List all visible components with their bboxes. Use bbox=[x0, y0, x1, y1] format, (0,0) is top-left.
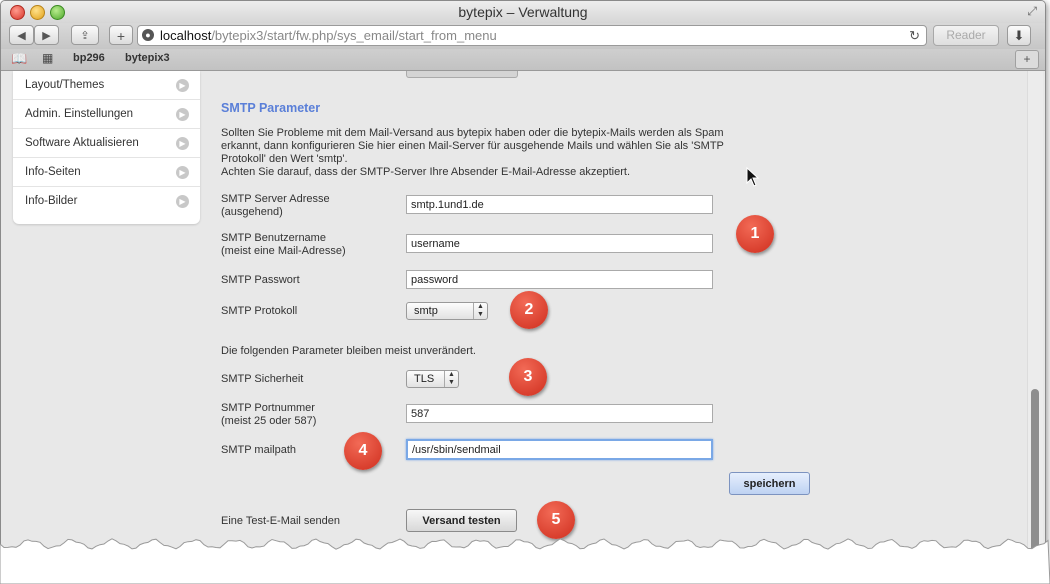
sidebar-menu: Layout/Themes ▶ Admin. Einstellungen ▶ S… bbox=[13, 71, 200, 224]
chevron-right-icon: ▶ bbox=[176, 108, 189, 121]
page-content: Layout/Themes ▶ Admin. Einstellungen ▶ S… bbox=[1, 71, 1045, 579]
smtp-security-value: TLS bbox=[414, 373, 435, 385]
browser-toolbar: ◀ ▶ ⇪ + ● localhost/bytepix3/start/fw.ph… bbox=[1, 23, 1045, 49]
smtp-user-label: SMTP Benutzername (meist eine Mail-Adres… bbox=[221, 232, 346, 258]
share-icon: ⇪ bbox=[80, 30, 90, 42]
add-bookmark-icon[interactable]: + bbox=[1015, 50, 1039, 69]
description-line: Achten Sie darauf, dass der SMTP-Server … bbox=[221, 166, 631, 178]
forward-icon: ▶ bbox=[42, 30, 51, 42]
sidebar-item-software-aktualisieren[interactable]: Software Aktualisieren ▶ bbox=[13, 129, 200, 158]
vertical-scrollbar[interactable] bbox=[1027, 71, 1043, 579]
sidebar-item-label: Info-Seiten bbox=[25, 166, 81, 178]
browser-window: bytepix – Verwaltung ⤢ ◀ ▶ ⇪ + ● localho… bbox=[0, 0, 1046, 580]
window-title: bytepix – Verwaltung bbox=[458, 4, 588, 20]
forward-button[interactable]: ▶ bbox=[34, 25, 59, 45]
smtp-server-input[interactable] bbox=[406, 195, 713, 214]
smtp-port-label: SMTP Portnummer (meist 25 oder 587) bbox=[221, 402, 316, 428]
bookmark-bp296[interactable]: bp296 bbox=[73, 52, 105, 64]
title-bar: bytepix – Verwaltung ⤢ bbox=[1, 1, 1045, 23]
smtp-user-input[interactable] bbox=[406, 234, 713, 253]
description-line: erkannt, dann konfigurieren Sie hier ein… bbox=[221, 140, 724, 152]
sidebar-item-label: Software Aktualisieren bbox=[25, 137, 139, 149]
smtp-protocol-value: smtp bbox=[414, 305, 438, 317]
chevron-right-icon: ▶ bbox=[176, 166, 189, 179]
callout-marker-2: 2 bbox=[510, 291, 548, 329]
smtp-port-input[interactable] bbox=[406, 404, 713, 423]
smtp-password-input[interactable] bbox=[406, 270, 713, 289]
section-description: Sollten Sie Probleme mit dem Mail-Versan… bbox=[221, 127, 821, 179]
description-line: Sollten Sie Probleme mit dem Mail-Versan… bbox=[221, 127, 724, 139]
back-icon: ◀ bbox=[17, 30, 26, 42]
bookmarks-bar: 📖 ▦ bp296 bytepix3 + bbox=[1, 49, 1045, 71]
test-email-label: Eine Test-E-Mail senden bbox=[221, 515, 341, 527]
reload-icon[interactable]: ↻ bbox=[909, 26, 920, 45]
sidebar-item-label: Info-Bilder bbox=[25, 195, 78, 207]
fullscreen-icon[interactable]: ⤢ bbox=[1027, 4, 1037, 19]
smtp-server-label-line: (ausgehend) bbox=[221, 206, 283, 218]
info-text: Die folgenden Parameter bleiben meist un… bbox=[221, 345, 476, 357]
smtp-server-label-line: SMTP Server Adresse bbox=[221, 193, 330, 205]
smtp-port-label-line: (meist 25 oder 587) bbox=[221, 415, 317, 427]
reading-list-icon[interactable]: 📖 bbox=[11, 51, 27, 67]
smtp-mailpath-label: SMTP mailpath bbox=[221, 444, 296, 456]
sidebar-item-admin-einstellungen[interactable]: Admin. Einstellungen ▶ bbox=[13, 100, 200, 129]
smtp-user-label-line: (meist eine Mail-Adresse) bbox=[221, 245, 346, 257]
smtp-protocol-select[interactable]: smtp ▲ ▼ bbox=[406, 302, 488, 320]
download-button[interactable]: ⬇ bbox=[1007, 25, 1031, 46]
mouse-cursor-icon bbox=[746, 167, 760, 187]
sidebar-item-label: Admin. Einstellungen bbox=[25, 108, 134, 120]
sidebar-item-info-seiten[interactable]: Info-Seiten ▶ bbox=[13, 158, 200, 187]
smtp-port-label-line: SMTP Portnummer bbox=[221, 402, 315, 414]
smtp-mailpath-input[interactable] bbox=[406, 439, 713, 460]
reader-button[interactable]: Reader bbox=[933, 25, 999, 46]
share-button[interactable]: ⇪ bbox=[71, 25, 99, 45]
callout-marker-4: 4 bbox=[344, 432, 382, 470]
chevron-right-icon: ▶ bbox=[176, 79, 189, 92]
description-line: Protokoll' den Wert 'smtp'. bbox=[221, 153, 348, 165]
add-tab-button[interactable]: + bbox=[109, 25, 133, 45]
smtp-security-label: SMTP Sicherheit bbox=[221, 373, 304, 385]
globe-icon: ● bbox=[142, 29, 154, 41]
sidebar-item-layout-themes[interactable]: Layout/Themes ▶ bbox=[13, 71, 200, 100]
select-arrows-icon: ▲ ▼ bbox=[444, 371, 458, 387]
section-title: SMTP Parameter bbox=[221, 101, 321, 115]
top-sites-icon[interactable]: ▦ bbox=[42, 51, 53, 65]
add-tab-icon: + bbox=[116, 28, 126, 44]
smtp-user-label-line: SMTP Benutzername bbox=[221, 232, 326, 244]
callout-marker-1: 1 bbox=[736, 215, 774, 253]
torn-edge-decoration bbox=[0, 538, 1050, 584]
url-host: localhost bbox=[160, 28, 212, 43]
address-bar[interactable]: ● localhost/bytepix3/start/fw.php/sys_em… bbox=[137, 25, 927, 46]
smtp-protocol-label: SMTP Protokoll bbox=[221, 305, 298, 317]
bookmark-bytepix3[interactable]: bytepix3 bbox=[125, 52, 170, 64]
url-path: /bytepix3/start/fw.php/sys_email/start_f… bbox=[211, 28, 497, 43]
sidebar-item-info-bilder[interactable]: Info-Bilder ▶ bbox=[13, 187, 200, 216]
smtp-security-select[interactable]: TLS ▲ ▼ bbox=[406, 370, 459, 388]
url-text: localhost/bytepix3/start/fw.php/sys_emai… bbox=[160, 26, 497, 45]
smtp-server-label: SMTP Server Adresse (ausgehend) bbox=[221, 193, 330, 219]
back-button[interactable]: ◀ bbox=[9, 25, 34, 45]
sidebar-item-label: Layout/Themes bbox=[25, 79, 105, 91]
chevron-right-icon: ▶ bbox=[176, 137, 189, 150]
chevron-right-icon: ▶ bbox=[176, 195, 189, 208]
send-test-button[interactable]: Versand testen bbox=[406, 509, 517, 532]
download-icon: ⬇ bbox=[1013, 28, 1025, 43]
previous-section-button[interactable] bbox=[406, 71, 518, 78]
smtp-password-label: SMTP Passwort bbox=[221, 274, 300, 286]
select-arrows-icon: ▲ ▼ bbox=[473, 303, 487, 319]
callout-marker-3: 3 bbox=[509, 358, 547, 396]
save-button[interactable]: speichern bbox=[729, 472, 810, 495]
